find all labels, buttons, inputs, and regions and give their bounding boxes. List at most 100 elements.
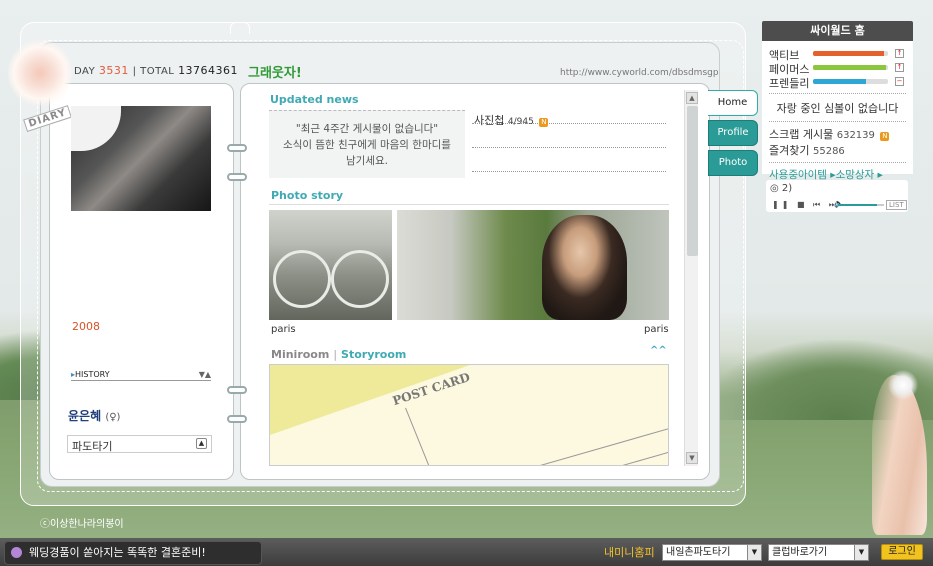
meter-up-icon: ↑ (895, 63, 904, 72)
dandelion-illustration (888, 370, 918, 400)
miniroom-canvas: POST CARD (269, 364, 669, 466)
history-toggle[interactable]: ▸HISTORY ▼▲ (71, 370, 211, 381)
postcard-line (572, 440, 668, 465)
disc-icon: ◎ (770, 183, 782, 194)
photo-caption-right: paris (644, 324, 669, 335)
surf-select-value: 파도타기 (72, 440, 113, 453)
bgm-player: ◎ 2) ❚❚ ■ ⏮ ⏭ 🔈 LIST (766, 180, 908, 212)
photo-caption-left: paris (271, 324, 296, 335)
homepage-url[interactable]: http://www.cyworld.com/dbsdmsgp (560, 68, 719, 78)
panel-divider (769, 93, 906, 94)
cyworld-home-heading[interactable]: 싸이월드 홈 (762, 21, 913, 41)
counter-separator: | (132, 66, 137, 77)
album-label: 사진첩 (474, 114, 505, 127)
postcard-line (523, 420, 668, 465)
scroll-down-icon[interactable]: ▼ (686, 452, 698, 464)
meter-friendly: 프렌들리 − (769, 75, 906, 90)
tab-miniroom[interactable]: Miniroom (271, 348, 329, 361)
profile-year: 2008 (72, 320, 100, 333)
favorite-label: 즐겨찾기 (769, 144, 810, 157)
tab-photo[interactable]: Photo (708, 150, 758, 176)
updated-empty-line1: "최근 4주간 게시물이 없습니다" (295, 123, 439, 135)
album-count: 4/945 (507, 117, 534, 127)
meter-label: 프렌들리 (769, 77, 810, 90)
album-link[interactable]: 사진첩 4/945 N (474, 112, 549, 128)
today-label: DAY (74, 66, 96, 77)
bike-wheel (331, 250, 389, 308)
ad-text: 웨딩경품이 쏟아지는 똑똑한 결혼준비! (29, 546, 206, 559)
photo-highlight (71, 106, 121, 151)
total-count: 13764361 (178, 64, 239, 77)
page-title[interactable]: 그래웃자! (248, 62, 302, 81)
binder-ring (227, 386, 247, 394)
updated-news-empty: "최근 4주간 게시물이 없습니다" 소식이 뜸한 친구에게 마음의 한마디를 … (269, 110, 465, 178)
miniroom-tab-separator: | (333, 348, 338, 361)
player-controls[interactable]: ❚❚ ■ ⏮ ⏭ (772, 200, 839, 210)
chevron-down-icon[interactable]: ▼ (854, 545, 868, 560)
meter-famous: 페이머스 ↑ (769, 61, 906, 76)
binder-ring (227, 415, 247, 423)
friend-surf-select[interactable]: 내일촌파도타기 ▼ (662, 544, 762, 561)
photo-story-image-bike[interactable] (269, 210, 392, 320)
club-shortcut-select[interactable]: 클럽바로가기 ▼ (768, 544, 869, 561)
surf-select[interactable]: 파도타기 ▲ (67, 435, 212, 453)
photo-subject (542, 215, 627, 320)
flower-icon (11, 547, 22, 558)
meter-fill (813, 51, 885, 56)
miniroom-tabs: Miniroom | Storyroom (271, 348, 406, 361)
scrap-label: 스크랩 게시물 (769, 128, 834, 141)
scroll-up-icon[interactable]: ▲ (686, 92, 698, 104)
favorite-count: 55286 (812, 146, 845, 157)
owner-gender: (♀) (105, 412, 121, 423)
symbol-status: 자랑 중인 심볼이 없습니다 (776, 102, 899, 115)
scroll-thumb[interactable] (687, 106, 698, 256)
meter-bar (813, 79, 888, 84)
photo-story-divider (269, 204, 669, 205)
binder-ring (227, 144, 247, 152)
tab-profile[interactable]: Profile (708, 120, 758, 146)
favorite-row[interactable]: 즐겨찾기 55286 (769, 142, 906, 158)
miniroom-collapse-icon[interactable]: ^^ (650, 345, 667, 356)
scrap-row[interactable]: 스크랩 게시물 632139 N (769, 126, 906, 142)
login-button[interactable]: 로그인 (881, 544, 923, 560)
meter-neutral-icon: − (895, 77, 904, 86)
scrap-count: 632139 (836, 130, 875, 141)
meter-bar (813, 65, 888, 70)
postcard-stripe (270, 365, 470, 435)
song-title[interactable]: ◎ 2) (770, 183, 792, 194)
owner-name: 윤은혜 (♀) (68, 407, 120, 424)
playlist-button[interactable]: LIST (886, 200, 907, 210)
chevron-down-icon[interactable]: ▼ (747, 545, 761, 560)
history-expand-icon[interactable]: ▼▲ (199, 370, 211, 379)
total-label: TOTAL (140, 66, 175, 77)
tab-storyroom[interactable]: Storyroom (341, 348, 406, 361)
volume-slider[interactable] (838, 204, 884, 206)
photo-story-heading: Photo story (271, 189, 344, 202)
meter-active: 액티브 ↑ (769, 47, 906, 62)
song-title-text: 2) (781, 183, 793, 194)
updated-empty-line2: 소식이 뜸한 친구에게 마음의 한마디를 (283, 139, 451, 151)
content-scrollbar[interactable]: ▲ ▼ (684, 90, 698, 466)
binder-ring (227, 173, 247, 181)
updated-news-heading: Updated news (270, 93, 359, 106)
my-minihompy-link[interactable]: 내미니홈피 (604, 544, 655, 560)
cyworld-home-panel: 액티브 ↑ 페이머스 ↑ 프렌들리 − 자랑 중인 심볼이 없습니다 스크랩 게… (762, 41, 913, 181)
photo-story-image-street[interactable] (397, 210, 669, 320)
meter-up-icon: ↑ (895, 49, 904, 58)
tab-home[interactable]: Home (708, 90, 758, 116)
ad-banner[interactable]: 웨딩경품이 쏟아지는 똑똑한 결혼준비! (4, 541, 262, 565)
friend-surf-value: 내일촌파도타기 (666, 547, 731, 558)
flower-decoration (8, 38, 72, 108)
meter-fill (813, 65, 886, 70)
today-count: 3531 (98, 64, 129, 77)
updated-empty-line3: 남기세요. (346, 155, 388, 167)
new-badge-icon: N (880, 132, 890, 141)
bike-wheel (273, 250, 331, 308)
updated-list (472, 100, 666, 172)
new-badge-icon: N (539, 118, 549, 127)
meter-bar (813, 51, 888, 56)
history-label: HISTORY (75, 370, 110, 379)
meter-fill (813, 79, 866, 84)
surf-select-button[interactable]: ▲ (196, 438, 207, 449)
copyright-text: ⓒ이상한나라의봉이 (40, 519, 124, 530)
